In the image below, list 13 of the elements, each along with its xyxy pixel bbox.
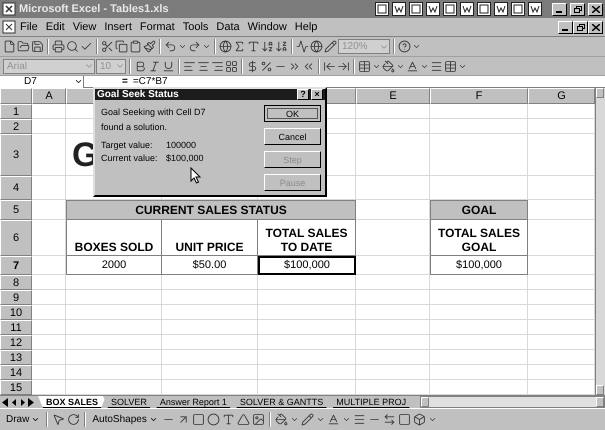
column-heading: UNIT PRICE	[162, 220, 258, 256]
field-value: $100,000	[166, 152, 205, 165]
column-heading: TOTAL SALES GOAL	[430, 220, 528, 256]
table-title: CURRENT SALES STATUS	[66, 200, 356, 220]
window-title: Microsoft Excel - Tables1.xls	[19, 3, 170, 15]
field-label: Target value:	[101, 139, 154, 152]
field-value: 100000	[166, 139, 198, 152]
column-heading: TOTAL SALES TO DATE	[258, 220, 356, 256]
field-label: Current value:	[101, 152, 159, 165]
table-title: GOAL	[430, 200, 528, 220]
column-heading: BOXES SOLD	[66, 220, 162, 256]
dialog-title: Goal Seek Status	[97, 89, 180, 100]
status-message: Goal Seeking with Cell D7 found a solution.	[101, 106, 207, 134]
